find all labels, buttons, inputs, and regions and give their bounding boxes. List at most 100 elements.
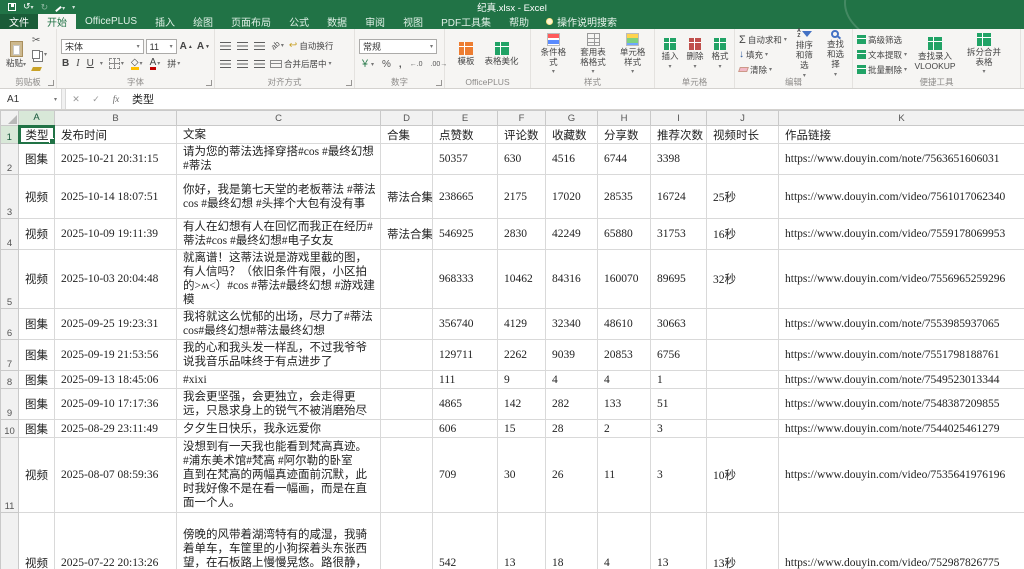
row-header-2[interactable]: 2 [1, 144, 19, 175]
cell-A2[interactable]: 图集 [19, 144, 55, 175]
cell-A3[interactable]: 视频 [19, 175, 55, 219]
cell-A1[interactable]: 类型 [19, 126, 55, 144]
cell-A8[interactable]: 图集 [19, 371, 55, 389]
cell-A11[interactable]: 视频 [19, 438, 55, 513]
cell-F6[interactable]: 4129 [498, 309, 546, 340]
dialog-launcher-icon[interactable] [436, 80, 442, 86]
row-header-8[interactable]: 8 [1, 371, 19, 389]
insert-cells-button[interactable]: 插入▾ [659, 37, 680, 72]
cell-H7[interactable]: 20853 [598, 340, 651, 371]
cell-G5[interactable]: 84316 [546, 250, 598, 309]
wrap-text-button[interactable]: ↩自动换行 [289, 39, 333, 53]
sort-filter-button[interactable]: AZ 排序和筛选▾ [791, 28, 818, 80]
cell-H5[interactable]: 160070 [598, 250, 651, 309]
cell-F5[interactable]: 10462 [498, 250, 546, 309]
cancel-icon[interactable]: ✕ [66, 89, 86, 109]
cell-J12[interactable]: 13秒 [707, 513, 779, 569]
cell-K10[interactable]: https://www.douyin.com/note/754402546127… [779, 420, 1024, 438]
row-header-10[interactable]: 10 [1, 420, 19, 438]
grow-font-button[interactable]: A▲ [179, 40, 194, 53]
cell-K5[interactable]: https://www.douyin.com/video/75569652592… [779, 250, 1024, 309]
cell-G8[interactable]: 4 [546, 371, 598, 389]
cell-G10[interactable]: 28 [546, 420, 598, 438]
clear-button[interactable]: 清除▾ [739, 63, 787, 77]
touch-mode-icon[interactable]: ▾ [55, 2, 65, 12]
format-painter-button[interactable] [31, 62, 48, 75]
fill-color-button[interactable]: ◇▾ [130, 57, 144, 70]
column-header-G[interactable]: G [546, 111, 598, 126]
select-all-corner[interactable] [1, 111, 19, 126]
text-extract-button[interactable]: 文本提取▾ [857, 48, 907, 62]
cell-D7[interactable] [381, 340, 433, 371]
cell-E10[interactable]: 606 [433, 420, 498, 438]
cell-A9[interactable]: 图集 [19, 389, 55, 420]
cell-J8[interactable] [707, 371, 779, 389]
borders-button[interactable]: ▾ [108, 57, 125, 70]
cell-B8[interactable]: 2025-09-13 18:45:06 [55, 371, 177, 389]
cell-I3[interactable]: 16724 [651, 175, 707, 219]
comma-style-button[interactable]: , [398, 58, 403, 71]
align-center-button[interactable] [236, 57, 249, 70]
cell-H1[interactable]: 分享数 [598, 126, 651, 144]
cell-C5[interactable]: 就离谱！这蒂法说是游戏里截的图，有人信吗？（依旧条件有限，小区拍的>ʍ<）#co… [177, 250, 381, 309]
cell-F9[interactable]: 142 [498, 389, 546, 420]
autosum-button[interactable]: Σ自动求和▾ [739, 33, 787, 47]
format-as-table-button[interactable]: 套用表格格式▾ [575, 32, 612, 77]
cell-F4[interactable]: 2830 [498, 219, 546, 250]
row-header-9[interactable]: 9 [1, 389, 19, 420]
tab-formulas[interactable]: 公式 [280, 14, 318, 29]
cell-A7[interactable]: 图集 [19, 340, 55, 371]
align-top-button[interactable] [219, 39, 232, 52]
cell-D12[interactable] [381, 513, 433, 569]
cell-B4[interactable]: 2025-10-09 19:11:39 [55, 219, 177, 250]
cell-J2[interactable] [707, 144, 779, 175]
cell-D5[interactable] [381, 250, 433, 309]
cell-E3[interactable]: 238665 [433, 175, 498, 219]
cell-B6[interactable]: 2025-09-25 19:23:31 [55, 309, 177, 340]
cell-F7[interactable]: 2262 [498, 340, 546, 371]
cell-C2[interactable]: 请为您的蒂法选择穿搭#cos #最终幻想 #蒂法 [177, 144, 381, 175]
increase-decimal-button[interactable]: ←.0 [409, 58, 424, 71]
cell-A4[interactable]: 视频 [19, 219, 55, 250]
cell-F10[interactable]: 15 [498, 420, 546, 438]
cell-B11[interactable]: 2025-08-07 08:59:36 [55, 438, 177, 513]
row-header-3[interactable]: 3 [1, 175, 19, 219]
cell-D1[interactable]: 合集 [381, 126, 433, 144]
cell-C4[interactable]: 有人在幻想有人在回忆而我正在经历#蒂法#cos #最终幻想#电子女友 [177, 219, 381, 250]
table-beautify-button[interactable]: 表格美化 [483, 41, 521, 68]
cell-J5[interactable]: 32秒 [707, 250, 779, 309]
cell-K4[interactable]: https://www.douyin.com/video/75591780699… [779, 219, 1024, 250]
underline-button[interactable]: U [86, 57, 95, 70]
cell-E7[interactable]: 129711 [433, 340, 498, 371]
cell-F1[interactable]: 评论数 [498, 126, 546, 144]
cell-F3[interactable]: 2175 [498, 175, 546, 219]
cell-G12[interactable]: 18 [546, 513, 598, 569]
bold-button[interactable]: B [61, 57, 70, 70]
tab-view[interactable]: 视图 [394, 14, 432, 29]
cell-G9[interactable]: 282 [546, 389, 598, 420]
cell-H4[interactable]: 65880 [598, 219, 651, 250]
cell-G11[interactable]: 26 [546, 438, 598, 513]
cell-G1[interactable]: 收藏数 [546, 126, 598, 144]
tab-page-layout[interactable]: 页面布局 [222, 14, 280, 29]
cell-A12[interactable]: 视频 [19, 513, 55, 569]
cell-J7[interactable] [707, 340, 779, 371]
cell-E4[interactable]: 546925 [433, 219, 498, 250]
percent-style-button[interactable]: % [381, 58, 392, 71]
tab-pdf-tools[interactable]: PDF工具集 [432, 14, 500, 29]
cell-I10[interactable]: 3 [651, 420, 707, 438]
cell-C7[interactable]: 我的心和我头发一样乱，不过我爷爷说我音乐品味终于有点进步了 [177, 340, 381, 371]
dialog-launcher-icon[interactable] [48, 80, 54, 86]
cell-D2[interactable] [381, 144, 433, 175]
row-header-5[interactable]: 5 [1, 250, 19, 309]
copy-button[interactable]: ▾ [31, 48, 48, 61]
cell-H2[interactable]: 6744 [598, 144, 651, 175]
column-header-F[interactable]: F [498, 111, 546, 126]
cell-D6[interactable] [381, 309, 433, 340]
align-left-button[interactable] [219, 57, 232, 70]
cell-B12[interactable]: 2025-07-22 20:13:26 [55, 513, 177, 569]
cell-H9[interactable]: 133 [598, 389, 651, 420]
cell-I4[interactable]: 31753 [651, 219, 707, 250]
cell-B10[interactable]: 2025-08-29 23:11:49 [55, 420, 177, 438]
cell-B3[interactable]: 2025-10-14 18:07:51 [55, 175, 177, 219]
